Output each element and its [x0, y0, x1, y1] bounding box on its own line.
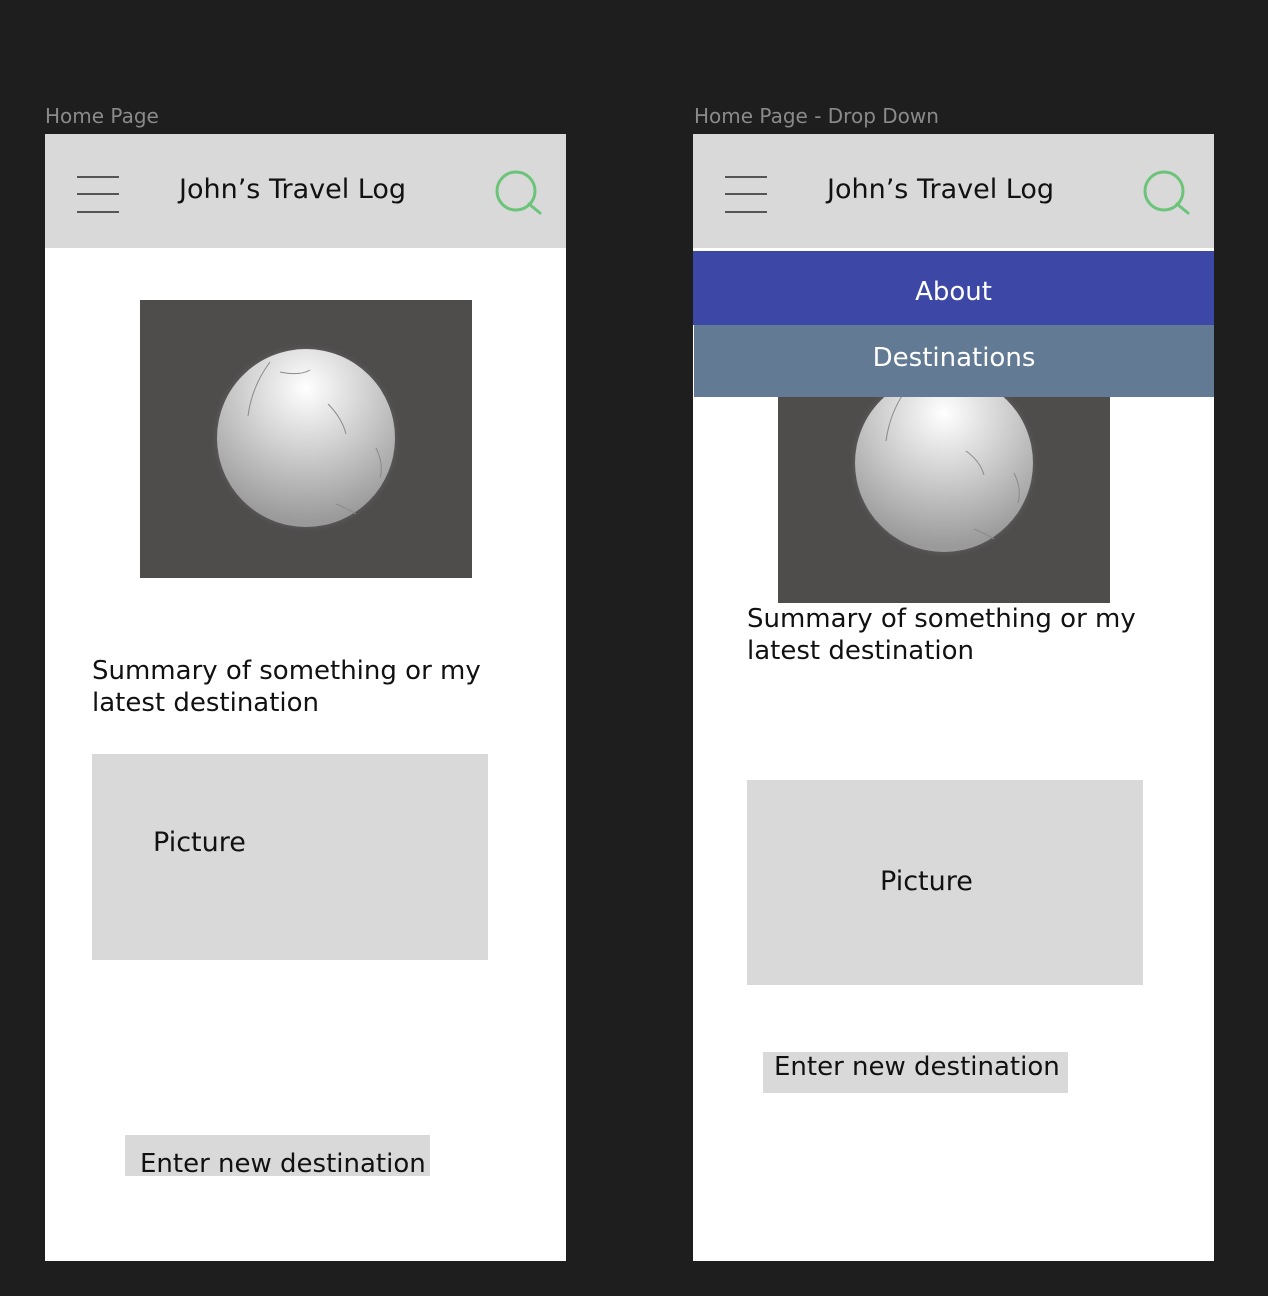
- search-icon[interactable]: [1142, 170, 1194, 216]
- hero-image: [140, 300, 472, 578]
- picture-label: Picture: [153, 827, 246, 858]
- app-header: John’s Travel Log: [45, 134, 566, 248]
- frame-label-home: Home Page: [45, 104, 159, 128]
- picture-placeholder: Picture: [747, 780, 1143, 985]
- enter-destination-button[interactable]: Enter new destination: [763, 1052, 1068, 1093]
- hamburger-menu-icon[interactable]: [725, 176, 767, 214]
- picture-placeholder: Picture: [92, 754, 488, 960]
- app-title: John’s Travel Log: [179, 174, 407, 205]
- enter-destination-button[interactable]: Enter new destination: [125, 1135, 430, 1176]
- dropdown-page-frame: John’s Travel Log About Destinations Sum…: [693, 134, 1214, 1261]
- picture-label: Picture: [880, 866, 973, 897]
- search-icon[interactable]: [494, 170, 546, 216]
- hamburger-menu-icon[interactable]: [77, 176, 119, 214]
- home-page-frame: John’s Travel Log Summary of something o…: [45, 134, 566, 1261]
- summary-text: Summary of something or my latest destin…: [747, 604, 1136, 666]
- app-header: John’s Travel Log: [693, 134, 1214, 248]
- menu-item-destinations[interactable]: Destinations: [694, 325, 1214, 397]
- menu-item-about[interactable]: About: [693, 251, 1214, 325]
- app-title: John’s Travel Log: [827, 174, 1055, 205]
- summary-text: Summary of something or my latest destin…: [92, 656, 481, 718]
- enter-destination-label: Enter new destination: [774, 1052, 1060, 1082]
- frame-label-dropdown: Home Page - Drop Down: [694, 104, 939, 128]
- moon-icon: [210, 342, 402, 534]
- enter-destination-label: Enter new destination: [140, 1149, 426, 1176]
